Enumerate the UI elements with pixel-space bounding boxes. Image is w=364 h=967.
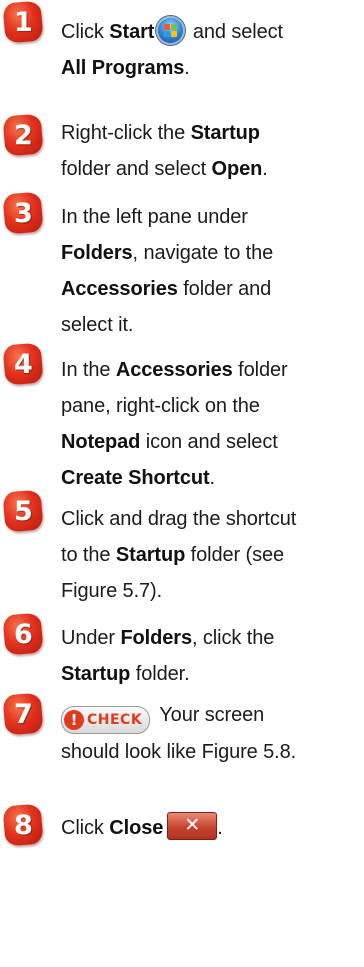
step-text-run: folder. — [130, 663, 190, 685]
bold-term: Startup — [61, 663, 131, 685]
bold-term: Start — [109, 21, 155, 43]
bold-term: Startup — [190, 122, 260, 144]
bold-term: Close — [109, 817, 164, 839]
step-text-run: Right-click the — [61, 122, 191, 144]
windows-start-orb-icon — [156, 16, 186, 45]
step-number-badge-icon: 5 — [2, 489, 44, 533]
step-number: 8 — [13, 809, 33, 841]
step-text: In the left pane under Folders, navigate … — [61, 199, 364, 343]
step-number-badge-icon: 8 — [2, 803, 44, 847]
step-text-run: icon and select — [140, 431, 278, 453]
step-text: Right-click the Startup folder and select… — [61, 115, 364, 187]
step-text-run: In the — [61, 359, 116, 381]
step-text-run: Click and drag the shortcut — [61, 508, 297, 530]
step-text-run: . — [209, 467, 216, 489]
step-text-run: and select — [187, 21, 284, 43]
step-text-run: pane, right-click on the — [61, 395, 260, 417]
step-text-run: folder — [232, 359, 288, 381]
step-text-run: folder and select — [61, 158, 212, 180]
step-text: Click Close ✕. — [61, 810, 364, 846]
step-number: 6 — [13, 618, 33, 650]
close-button-icon: ✕ — [167, 812, 218, 840]
bold-term: Create Shortcut — [61, 467, 210, 489]
bold-term: Open — [211, 158, 263, 180]
step-number-badge-icon: 6 — [2, 612, 44, 656]
step-text-run: Click — [61, 21, 110, 43]
step-text-run: Click — [61, 817, 110, 839]
step-text: Click Start and select All Programs. — [61, 14, 364, 86]
step-number-badge-icon: 4 — [2, 342, 44, 386]
step-number: 4 — [13, 348, 33, 380]
step-number: 3 — [13, 197, 33, 229]
close-x-icon: ✕ — [184, 814, 201, 836]
step-text-run: select it. — [61, 314, 134, 336]
check-badge-icon: ! CHECK — [61, 706, 151, 734]
step-text-run: . — [184, 57, 190, 79]
step-text-run: to the — [61, 544, 116, 566]
step-text-run: , navigate to the — [132, 242, 274, 264]
bold-term: Accessories — [61, 278, 178, 300]
step-text: Under Folders, click the Startup folder. — [61, 620, 364, 692]
step-text: Click and drag the shortcut to the Startu… — [61, 501, 364, 609]
step-text-run: In the left pane under — [61, 206, 248, 228]
step-text-run: Under — [61, 627, 121, 649]
exclamation-icon: ! — [64, 710, 84, 730]
step-text-run: . — [217, 817, 223, 839]
bold-term: All Programs — [61, 57, 185, 79]
bold-term: Notepad — [61, 431, 141, 453]
step-number-badge-icon: 2 — [2, 113, 44, 157]
step-number: 1 — [13, 6, 33, 38]
step-text-run: folder (see — [185, 544, 285, 566]
bold-term: Folders — [120, 627, 192, 649]
step-number-badge-icon: 7 — [2, 692, 44, 736]
step-text-run: Your screen — [154, 704, 265, 726]
step-number: 2 — [13, 119, 33, 151]
step-text-run: should look like Figure 5.8. — [61, 741, 297, 763]
bold-term: Accessories — [115, 359, 233, 381]
step-text: In the Accessories folder pane, right-cli… — [61, 352, 364, 496]
check-label: CHECK — [87, 712, 143, 728]
step-number-badge-icon: 3 — [2, 191, 44, 235]
step-number: 7 — [13, 698, 33, 730]
step-text-run: , click the — [191, 627, 275, 649]
step-text-run: Figure 5.7). — [61, 580, 163, 602]
step-text: ! CHECK Your screen should look like Figur… — [61, 697, 364, 770]
step-number: 5 — [13, 495, 33, 527]
step-text-run: . — [262, 158, 268, 180]
step-text-run: folder and — [177, 278, 272, 300]
bold-term: Startup — [115, 544, 186, 566]
step-number-badge-icon: 1 — [2, 0, 44, 44]
bold-term: Folders — [61, 242, 133, 264]
